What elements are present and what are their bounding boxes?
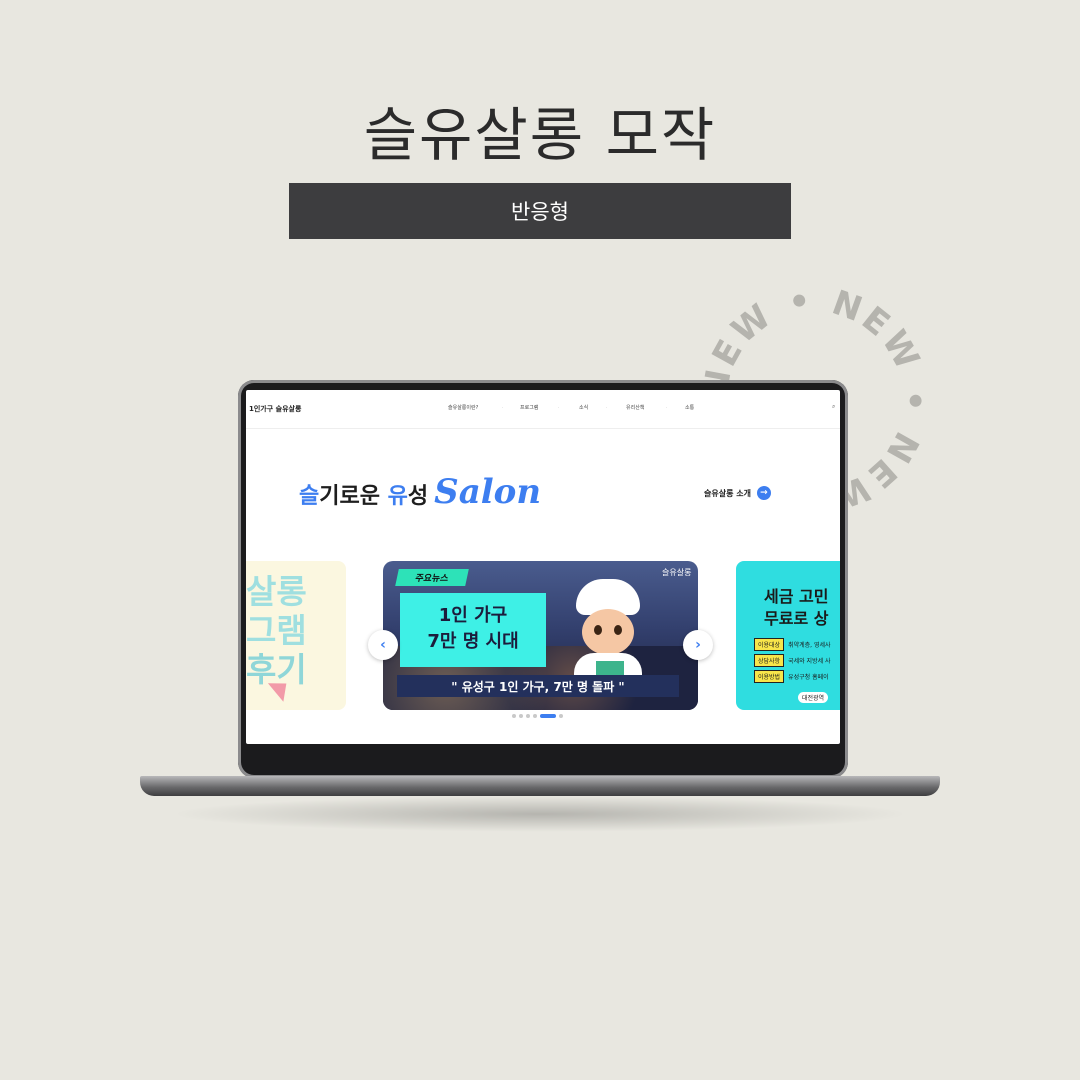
laptop-shadow	[170, 796, 910, 832]
nav-separator: ·	[606, 405, 608, 410]
slide-card-main[interactable]: 주요뉴스 1인 가구 7만 명 시대 슬유살롱 " 유성구 1인 가구, 7만 …	[383, 561, 698, 710]
nav-item-community[interactable]: 소통	[685, 404, 694, 411]
page-title: 슬유살롱 모작	[363, 101, 717, 169]
hero-title-part: 기로운	[319, 484, 388, 509]
carousel-dot[interactable]	[533, 714, 537, 718]
carousel-dot[interactable]	[540, 714, 556, 718]
carousel-next-button[interactable]: ›	[683, 630, 713, 660]
nav-item-program[interactable]: 프로그램	[520, 404, 538, 411]
site-logo[interactable]: 1인가구 슬유살롱	[249, 404, 301, 414]
slide-left-line: 그램	[246, 611, 307, 650]
info-row-value: 국세와 지방세 사	[788, 658, 831, 665]
chevron-right-icon: ›	[695, 637, 701, 653]
site-nav: 1인가구 슬유살롱 슬유살롱이란? · 프로그램 · 소식 · 유리산책 · 소…	[246, 390, 840, 429]
info-row-key: 상담사항	[754, 654, 785, 667]
info-row: 상담사항 국세와 지방세 사	[754, 654, 831, 667]
info-row: 이용방법 유성구청 홈페이	[754, 670, 829, 683]
nav-item-walk[interactable]: 유리산책	[626, 404, 644, 411]
news-headline-line: 7만 명 시대	[427, 631, 519, 652]
slide-left-line: 살롱	[246, 572, 307, 611]
info-row-value: 취약계층, 영세사	[788, 642, 831, 649]
hero-title-script: Salon	[434, 472, 542, 512]
slide-right-title: 세금 고민	[764, 587, 829, 606]
slide-card-left[interactable]: 살롱 그램 후기	[246, 561, 346, 710]
nav-item-news[interactable]: 소식	[579, 404, 588, 411]
category-tag-label: 반응형	[511, 200, 569, 224]
chevron-left-icon: ‹	[380, 637, 386, 653]
news-tag: 주요뉴스	[395, 569, 469, 586]
carousel-dot[interactable]	[512, 714, 516, 718]
category-tag: 반응형	[289, 183, 791, 239]
nav-item-about[interactable]: 슬유살롱이란?	[448, 404, 478, 411]
carousel-dot[interactable]	[526, 714, 530, 718]
news-headline: 1인 가구 7만 명 시대	[400, 593, 546, 667]
intro-link[interactable]: 슬유살롱 소개 →	[704, 486, 771, 500]
chef-character-image	[568, 579, 648, 693]
carousel-pagination	[512, 714, 563, 718]
carousel-dot[interactable]	[559, 714, 563, 718]
info-row: 이용대상 취약계층, 영세사	[754, 638, 831, 651]
news-quote: " 유성구 1인 가구, 7만 명 돌파 "	[397, 675, 679, 697]
logo-seal: 슬유살롱	[662, 568, 692, 577]
intro-link-label: 슬유살롱 소개	[704, 488, 751, 498]
info-row-key: 이용방법	[754, 670, 785, 683]
arrow-right-icon: →	[756, 486, 771, 500]
slide-card-right[interactable]: 세금 고민 무료로 상 이용대상 취약계층, 영세사 상담사항 국세와 지방세 사 …	[736, 561, 840, 710]
carousel-prev-button[interactable]: ‹	[368, 630, 398, 660]
hero-title-part: 슬	[299, 484, 320, 509]
org-label: 대전광역	[798, 692, 829, 703]
slide-right-title: 무료로 상	[764, 609, 829, 628]
info-row-value: 유성구청 홈페이	[788, 674, 829, 681]
hero-title-part: 성	[407, 484, 429, 509]
info-row-key: 이용대상	[754, 638, 785, 651]
nav-separator: ·	[502, 405, 504, 410]
nav-separator: ·	[558, 405, 560, 410]
laptop-base	[140, 776, 940, 796]
news-headline-line: 1인 가구	[438, 605, 508, 626]
search-icon[interactable]: ⌕	[832, 403, 835, 411]
hero-title: 슬기로운 유성 Salon	[299, 472, 541, 512]
carousel-dot[interactable]	[519, 714, 523, 718]
laptop-screen: 1인가구 슬유살롱 슬유살롱이란? · 프로그램 · 소식 · 유리산책 · 소…	[246, 390, 840, 744]
nav-separator: ·	[666, 405, 668, 410]
hero-title-part: 유	[387, 484, 408, 509]
